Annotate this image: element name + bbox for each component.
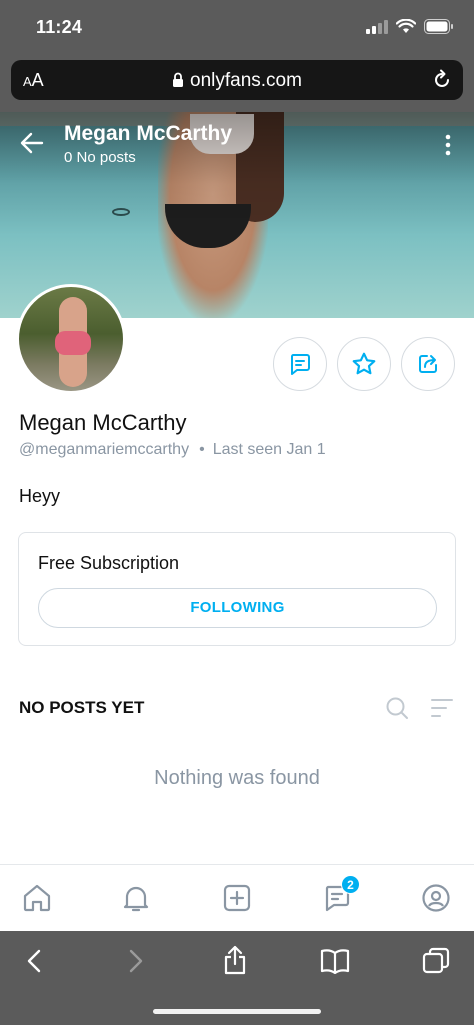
more-vertical-icon[interactable] xyxy=(444,134,452,156)
profile-meta: @meganmariemccarthy • Last seen Jan 1 xyxy=(19,441,326,459)
browser-share-icon[interactable] xyxy=(222,945,248,975)
bookmarks-icon[interactable] xyxy=(320,948,350,974)
home-icon[interactable] xyxy=(22,883,52,913)
posts-heading: NO POSTS YET xyxy=(19,698,145,717)
profile-icon[interactable] xyxy=(421,883,451,913)
browser-back-icon[interactable] xyxy=(24,947,44,975)
messages-badge: 2 xyxy=(341,875,360,894)
status-time: 11:24 xyxy=(36,17,83,37)
bell-icon[interactable] xyxy=(121,883,151,913)
message-icon xyxy=(290,354,310,375)
battery-icon xyxy=(424,19,453,34)
tabs-icon[interactable] xyxy=(422,947,450,975)
avatar[interactable] xyxy=(16,284,126,394)
share-icon xyxy=(419,355,437,373)
header-posts-count: 0 No posts xyxy=(64,149,136,166)
search-icon[interactable] xyxy=(385,696,409,720)
subscription-card: Free Subscription FOLLOWING xyxy=(18,532,456,646)
status-icons xyxy=(366,19,454,34)
address-bar[interactable]: AA onlyfans.com xyxy=(11,60,463,100)
star-icon xyxy=(352,352,376,375)
empty-state-message: Nothing was found xyxy=(154,767,320,789)
lock-icon xyxy=(173,72,184,87)
app-bottom-nav: 2 xyxy=(0,864,474,931)
url-display[interactable]: onlyfans.com xyxy=(11,70,463,92)
status-bar: 11:24 xyxy=(0,0,474,56)
avatar-figure-shorts xyxy=(55,331,91,355)
browser-forward-icon[interactable] xyxy=(126,947,146,975)
wifi-icon xyxy=(396,19,416,33)
profile-name: Megan McCarthy xyxy=(19,410,187,435)
subscription-title: Free Subscription xyxy=(38,553,180,573)
url-text: onlyfans.com xyxy=(190,70,302,91)
home-indicator[interactable] xyxy=(153,1009,321,1014)
header-name: Megan McCarthy xyxy=(64,122,233,145)
favorite-button[interactable] xyxy=(337,337,391,391)
signal-icon xyxy=(366,19,388,34)
add-post-icon[interactable] xyxy=(222,883,252,913)
sort-icon[interactable] xyxy=(430,697,454,719)
message-button[interactable] xyxy=(273,337,327,391)
profile-handle[interactable]: @meganmariemccarthy xyxy=(19,441,189,458)
share-button[interactable] xyxy=(401,337,455,391)
reload-icon[interactable] xyxy=(431,69,453,91)
separator-dot: • xyxy=(199,441,205,458)
last-seen: Last seen Jan 1 xyxy=(212,441,326,458)
browser-address-area: AA onlyfans.com xyxy=(0,56,474,112)
following-button[interactable]: FOLLOWING xyxy=(38,588,437,628)
back-arrow-icon[interactable] xyxy=(20,132,44,154)
profile-bio: Heyy xyxy=(19,486,61,506)
